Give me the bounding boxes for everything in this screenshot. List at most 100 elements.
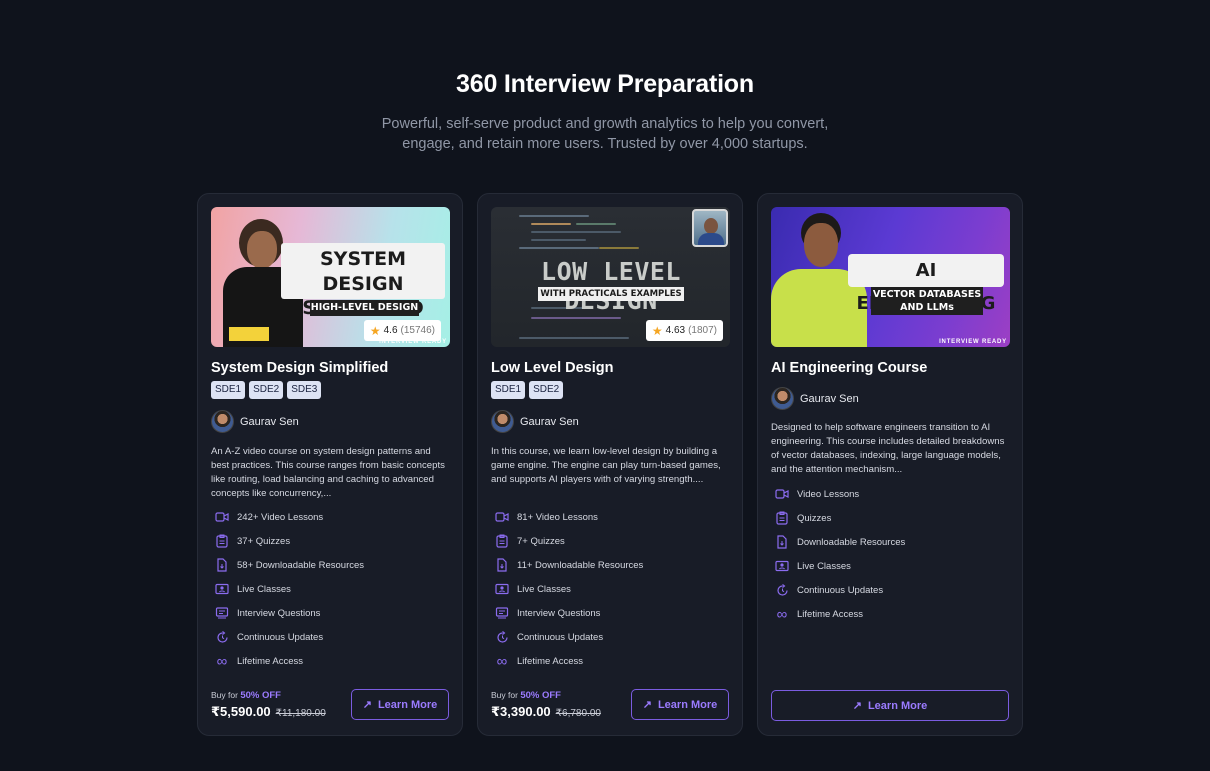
feature-list: Video Lessons Quizzes Downloadable Resou…	[775, 482, 905, 626]
live-class-icon	[495, 582, 509, 596]
feature-label: Interview Questions	[237, 607, 321, 619]
arrow-up-right-icon: ↗	[362, 699, 372, 711]
feature-label: Interview Questions	[517, 607, 601, 619]
author-name: Gaurav Sen	[800, 392, 859, 405]
thumbnail-banner: AI ENGINEERING	[848, 254, 1004, 314]
arrow-up-right-icon: ↗	[642, 699, 652, 711]
course-card-low-level-design[interactable]: LOW LEVEL DESIGN WITH PRACTICALS EXAMPLE…	[477, 193, 743, 736]
buy-for-label: Buy for	[211, 690, 238, 700]
rating-count: (1807)	[688, 325, 717, 336]
star-icon: ★	[651, 323, 663, 338]
refresh-icon	[495, 630, 509, 644]
course-thumbnail[interactable]: SYSTEM DESIGN SIMPLIFIED HIGH-LEVEL DESI…	[211, 207, 450, 347]
feature-item: Interview Questions	[215, 601, 364, 625]
feature-label: Live Classes	[237, 583, 291, 595]
feature-label: Continuous Updates	[517, 631, 604, 643]
banner-subtitle-line: AND LLMs	[900, 302, 954, 313]
learn-more-button[interactable]: ↗ Learn More	[351, 689, 449, 720]
level-tag: SDE3	[287, 381, 322, 399]
feature-item: Live Classes	[775, 554, 905, 578]
video-icon	[215, 510, 229, 524]
video-icon	[495, 510, 509, 524]
feature-item: 58+ Downloadable Resources	[215, 553, 364, 577]
interview-icon	[495, 606, 509, 620]
author: Gaurav Sen	[211, 410, 299, 433]
learn-more-button[interactable]: ↗ Learn More	[771, 690, 1009, 721]
feature-item: Downloadable Resources	[775, 530, 905, 554]
course-title[interactable]: System Design Simplified	[211, 360, 388, 376]
feature-item: Interview Questions	[495, 601, 643, 625]
infinity-icon: ∞	[216, 652, 228, 670]
course-card-ai-engineering[interactable]: AI ENGINEERING VECTOR DATABASES AND LLMs…	[757, 193, 1023, 736]
level-tags: SDE1 SDE2 SDE3	[211, 381, 322, 399]
feature-label: 7+ Quizzes	[517, 535, 565, 547]
thumbnail-title: LOW LEVEL DESIGN	[541, 257, 681, 315]
feature-label: 81+ Video Lessons	[517, 511, 598, 523]
download-file-icon	[495, 558, 509, 572]
learn-more-button[interactable]: ↗ Learn More	[631, 689, 729, 720]
feature-label: Lifetime Access	[797, 608, 863, 620]
live-class-icon	[215, 582, 229, 596]
feature-item: Continuous Updates	[775, 578, 905, 602]
clipboard-icon	[495, 534, 509, 548]
original-price: ₹11,180.00	[275, 708, 326, 719]
arrow-up-right-icon: ↗	[852, 700, 862, 712]
feature-label: Downloadable Resources	[797, 536, 906, 548]
brand-watermark: INTERVIEW READY	[379, 339, 447, 345]
author: Gaurav Sen	[491, 410, 579, 433]
feature-label: Quizzes	[797, 512, 832, 524]
course-description: In this course, we learn low-level desig…	[491, 446, 721, 485]
course-description: An A-Z video course on system design pat…	[211, 446, 445, 499]
buy-for-line: Buy for 50% OFF	[211, 690, 326, 701]
author-name: Gaurav Sen	[240, 415, 299, 428]
level-tag: SDE1	[211, 381, 246, 399]
clipboard-icon	[775, 511, 789, 525]
banner-subtitle: VECTOR DATABASES AND LLMs	[871, 287, 983, 315]
page-subtitle: Powerful, self-serve product and growth …	[381, 116, 829, 152]
feature-item: 37+ Quizzes	[215, 529, 364, 553]
buy-for-line: Buy for 50% OFF	[491, 690, 601, 701]
price-block: Buy for 50% OFF ₹5,590.00 ₹11,180.00	[211, 690, 326, 720]
feature-item: ∞ Lifetime Access	[215, 649, 364, 673]
feature-item: Video Lessons	[775, 482, 905, 506]
feature-label: Live Classes	[797, 560, 851, 572]
clipboard-icon	[215, 534, 229, 548]
feature-item: 7+ Quizzes	[495, 529, 643, 553]
learn-more-label: Learn More	[377, 698, 438, 711]
feature-item: 81+ Video Lessons	[495, 505, 643, 529]
feature-item: Continuous Updates	[215, 625, 364, 649]
course-thumbnail[interactable]: LOW LEVEL DESIGN WITH PRACTICALS EXAMPLE…	[491, 207, 730, 347]
course-thumbnail[interactable]: AI ENGINEERING VECTOR DATABASES AND LLMs…	[771, 207, 1010, 347]
refresh-icon	[775, 583, 789, 597]
learn-more-label: Learn More	[657, 698, 718, 711]
rating-value: 4.6	[383, 325, 398, 336]
brand-watermark: INTERVIEW READY	[939, 339, 1007, 345]
price-row: ₹5,590.00 ₹11,180.00	[211, 704, 326, 720]
course-title[interactable]: AI Engineering Course	[771, 360, 927, 376]
banner-subtitle: HIGH-LEVEL DESIGN	[310, 300, 419, 316]
course-title[interactable]: Low Level Design	[491, 360, 613, 376]
video-icon	[775, 487, 789, 501]
banner-subtitle: WITH PRACTICALS EXAMPLES	[538, 287, 684, 301]
level-tag: SDE2	[529, 381, 564, 399]
live-class-icon	[775, 559, 789, 573]
feature-item: ∞ Lifetime Access	[775, 602, 905, 626]
feature-list: 242+ Video Lessons 37+ Quizzes 58+ Downl…	[215, 505, 364, 673]
banner-subtitle-line: VECTOR DATABASES	[872, 289, 982, 300]
course-card-system-design[interactable]: SYSTEM DESIGN SIMPLIFIED HIGH-LEVEL DESI…	[197, 193, 463, 736]
refresh-icon	[215, 630, 229, 644]
feature-label: Lifetime Access	[517, 655, 583, 667]
course-description: Designed to help software engineers tran…	[771, 422, 1005, 475]
download-file-icon	[215, 558, 229, 572]
discount-badge: 50% OFF	[520, 690, 561, 701]
original-price: ₹6,780.00	[555, 708, 601, 719]
price-block: Buy for 50% OFF ₹3,390.00 ₹6,780.00	[491, 690, 601, 720]
feature-label: 37+ Quizzes	[237, 535, 291, 547]
feature-label: Video Lessons	[797, 488, 860, 500]
feature-label: Lifetime Access	[237, 655, 303, 667]
level-tags: SDE1 SDE2	[491, 381, 564, 399]
feature-list: 81+ Video Lessons 7+ Quizzes 11+ Downloa…	[495, 505, 643, 673]
discount-badge: 50% OFF	[240, 690, 281, 701]
feature-item: ∞ Lifetime Access	[495, 649, 643, 673]
rating-badge: ★ 4.6 (15746)	[363, 320, 441, 341]
